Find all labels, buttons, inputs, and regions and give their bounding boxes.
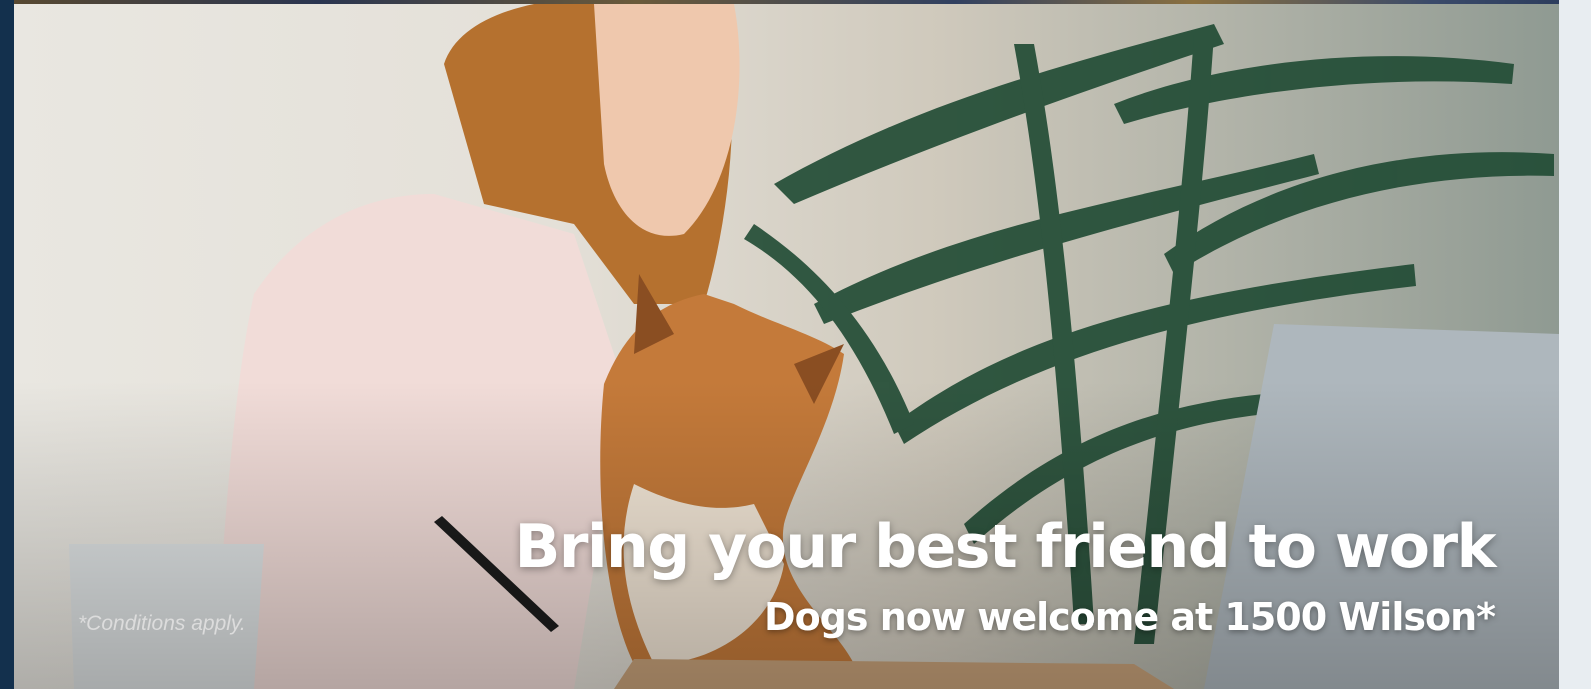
sweater-illustration <box>214 194 624 689</box>
hero-banner: Bring your best friend to work Dogs now … <box>0 0 1591 689</box>
hero-photo-illustration <box>69 4 1559 689</box>
desk-illustration <box>614 659 1174 689</box>
left-edge-bar <box>0 0 14 689</box>
hero-photo <box>14 4 1559 689</box>
hero-subheadline: Dogs now welcome at 1500 Wilson* <box>764 595 1496 639</box>
right-edge-bar <box>1559 0 1591 689</box>
conditions-disclaimer: *Conditions apply. <box>78 612 246 635</box>
hero-headline: Bring your best friend to work <box>514 512 1497 582</box>
